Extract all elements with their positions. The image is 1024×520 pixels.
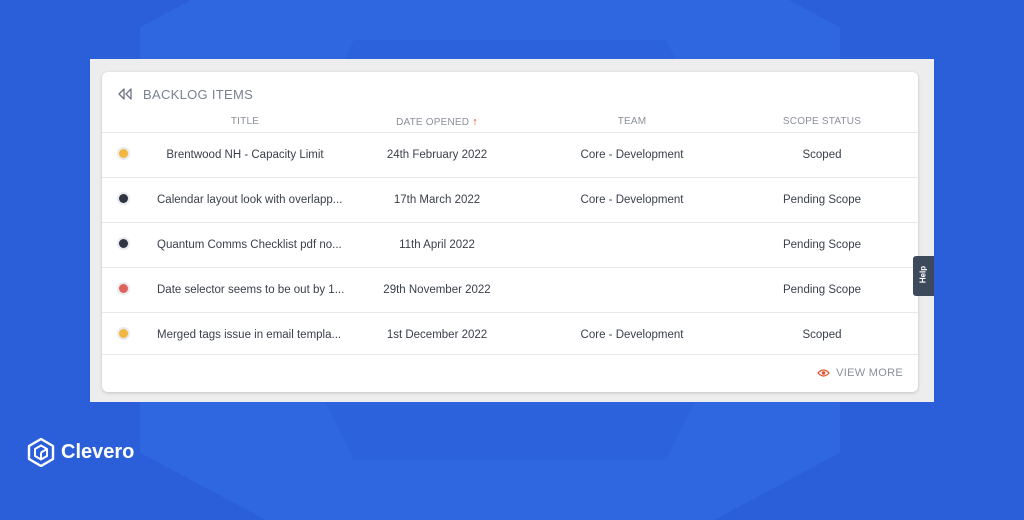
- row-scope-status: Scoped: [802, 329, 842, 341]
- table-row[interactable]: Calendar layout look with overlapp... 17…: [102, 177, 918, 222]
- backlog-panel: BACKLOG ITEMS TITLE DATE OPENED ↑ TEAM S…: [102, 72, 918, 392]
- row-scope-status: Pending Scope: [782, 284, 861, 296]
- help-tab-button[interactable]: Help: [913, 256, 934, 296]
- row-team: Core - Development: [580, 194, 684, 206]
- table-row[interactable]: Merged tags issue in email templa... 1st…: [102, 312, 918, 357]
- column-header-title[interactable]: TITLE: [152, 116, 338, 127]
- help-tab-label: Help: [918, 265, 928, 284]
- row-scope-status: Scoped: [802, 149, 842, 161]
- view-more-button[interactable]: VIEW MORE: [817, 367, 903, 379]
- table-header: TITLE DATE OPENED ↑ TEAM SCOPE STATUS: [102, 116, 918, 132]
- screenshot-frame: BACKLOG ITEMS TITLE DATE OPENED ↑ TEAM S…: [90, 59, 934, 402]
- priority-dot-icon: [119, 239, 128, 248]
- column-header-date-opened[interactable]: DATE OPENED ↑: [342, 116, 532, 128]
- column-header-scope-status[interactable]: SCOPE STATUS: [732, 116, 912, 127]
- brand-logo: Clevero: [27, 437, 135, 468]
- table-row[interactable]: Brentwood NH - Capacity Limit 24th Febru…: [102, 132, 918, 177]
- eye-icon: [817, 368, 830, 378]
- priority-dot-icon: [119, 149, 128, 158]
- priority-dot-icon: [119, 329, 128, 338]
- row-scope-status: Pending Scope: [782, 239, 861, 251]
- footer-divider: [102, 354, 918, 355]
- row-date: 24th February 2022: [386, 149, 488, 161]
- sort-ascending-icon: ↑: [472, 116, 478, 128]
- panel-header: BACKLOG ITEMS: [117, 84, 253, 104]
- panel-title: BACKLOG ITEMS: [143, 86, 254, 102]
- table-row[interactable]: Date selector seems to be out by 1... 29…: [102, 267, 918, 312]
- column-header-date-opened-label: DATE OPENED: [396, 117, 470, 128]
- backlog-table-body: Brentwood NH - Capacity Limit 24th Febru…: [102, 132, 918, 357]
- row-team: Core - Development: [580, 329, 684, 341]
- priority-dot-icon: [119, 194, 128, 203]
- row-date: 1st December 2022: [386, 329, 488, 341]
- row-team: [542, 268, 722, 312]
- row-title[interactable]: Calendar layout look with overlapp...: [157, 178, 343, 222]
- table-row[interactable]: Quantum Comms Checklist pdf no... 11th A…: [102, 222, 918, 267]
- row-title[interactable]: Date selector seems to be out by 1...: [157, 268, 344, 312]
- double-chevron-left-icon[interactable]: [117, 87, 133, 101]
- row-team: [542, 223, 722, 267]
- clevero-logo-icon: [27, 437, 55, 468]
- priority-dot-icon: [119, 284, 128, 293]
- row-date: 11th April 2022: [399, 239, 475, 251]
- row-title[interactable]: Merged tags issue in email templa...: [157, 313, 343, 357]
- view-more-label: VIEW MORE: [836, 367, 903, 379]
- row-team: Core - Development: [580, 149, 684, 161]
- column-header-team[interactable]: TEAM: [542, 116, 722, 127]
- row-date: 29th November 2022: [383, 284, 491, 296]
- brand-name: Clevero: [61, 440, 135, 463]
- row-date: 17th March 2022: [393, 194, 481, 206]
- row-title[interactable]: Brentwood NH - Capacity Limit: [152, 133, 338, 177]
- row-scope-status: Pending Scope: [782, 194, 861, 206]
- row-title[interactable]: Quantum Comms Checklist pdf no...: [157, 223, 343, 267]
